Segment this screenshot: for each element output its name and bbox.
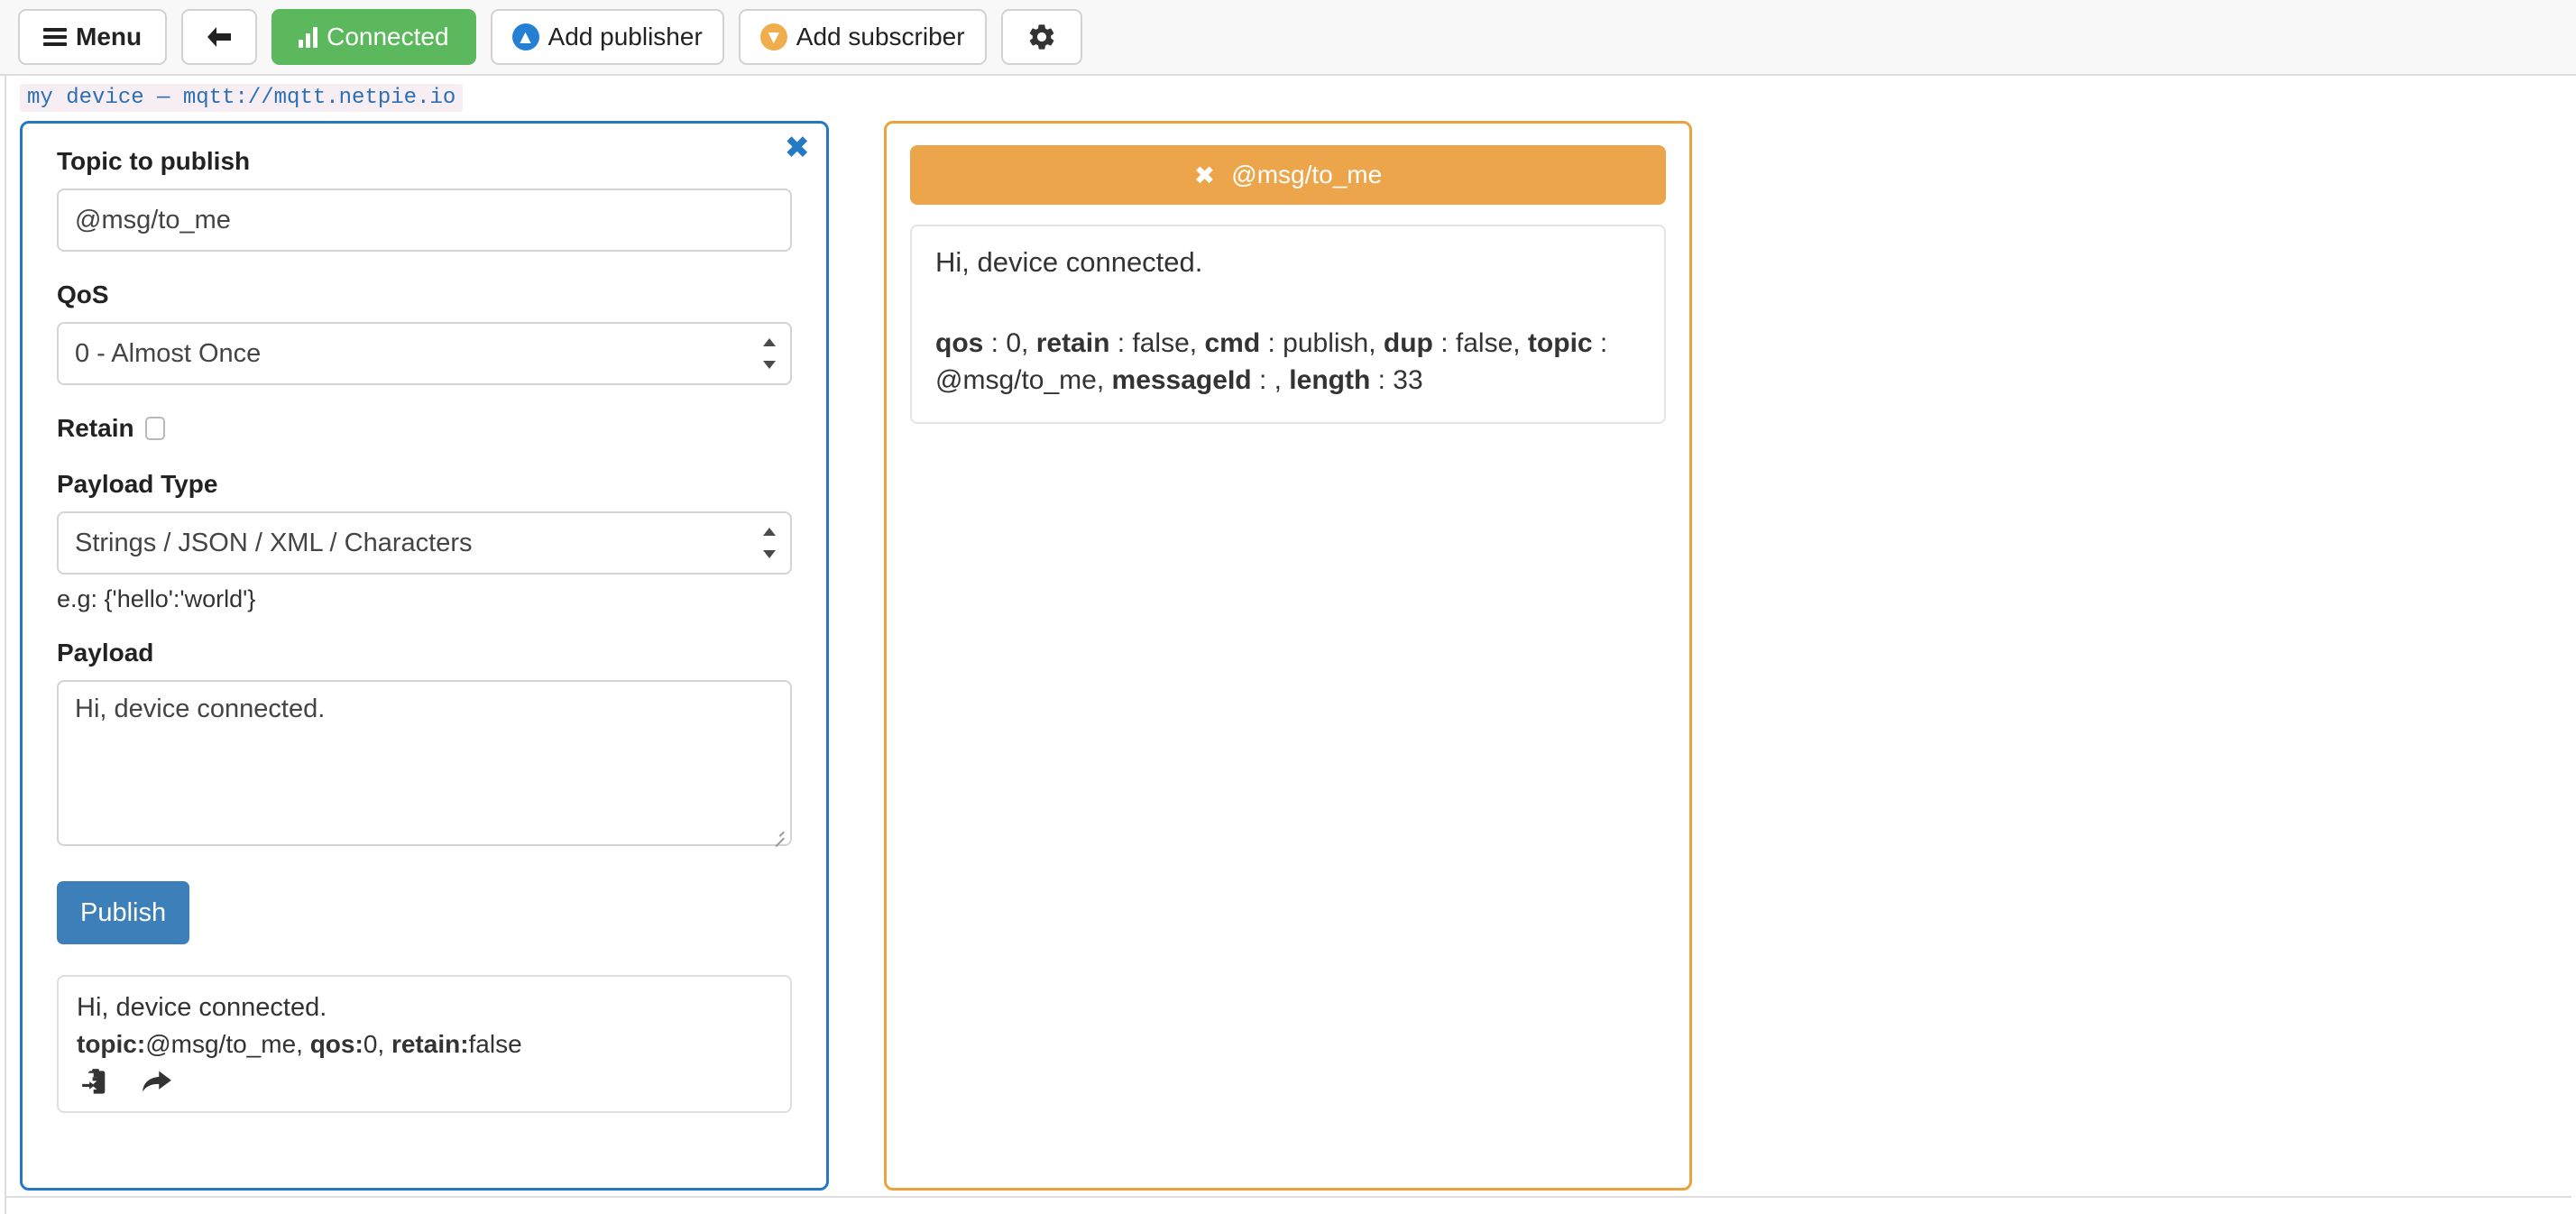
log-meta: topic:@msg/to_me, qos:0, retain:false [77,1030,772,1059]
meta-dup-key: dup [1383,328,1433,358]
content-frame-bottom-rule [5,1196,2571,1198]
received-message-meta: qos : 0, retain : false, cmd : publish, … [935,326,1641,399]
meta-qos-key: qos [935,328,984,358]
hamburger-icon [43,28,67,46]
meta-topic-key: topic [1527,328,1593,358]
publish-log-entry: Hi, device connected. topic:@msg/to_me, … [57,975,792,1113]
close-icon[interactable]: ✖ [1194,161,1215,190]
meta-cmd-key: cmd [1204,328,1261,358]
meta-dup-value: : false, [1432,328,1528,358]
add-publisher-label: Add publisher [547,23,703,51]
arrow-down-circle-icon: ▼ [759,23,787,51]
log-qos-key: qos: [309,1030,363,1058]
log-topic-key: topic: [77,1030,146,1058]
payload-textarea-wrapper [57,680,792,851]
arrow-left-icon [207,27,232,47]
subscriber-topic-label: @msg/to_me [1231,161,1383,189]
menu-button-label: Menu [76,23,143,51]
payload-type-select-wrapper: Strings / JSON / XML / Characters [57,511,792,575]
log-message: Hi, device connected. [77,993,327,1022]
settings-button[interactable] [1000,9,1082,65]
payload-type-example: e.g: {'hello':'world'} [57,585,256,612]
meta-length-value: : 33 [1370,364,1423,395]
gear-icon [1029,24,1053,50]
qos-label: QoS [57,281,109,308]
meta-cmd-value: : publish, [1260,328,1384,358]
share-forward-icon[interactable] [142,1069,172,1096]
retain-label: Retain [57,414,134,442]
retain-checkbox[interactable] [144,417,165,440]
meta-retain-value: : false, [1109,328,1205,358]
payload-type-select[interactable]: Strings / JSON / XML / Characters [57,511,792,575]
topic-label: Topic to publish [57,147,251,175]
signal-bars-icon [299,26,318,48]
payload-label: Payload [57,639,154,667]
meta-messageid-value: : , [1251,364,1290,395]
back-button[interactable] [181,9,258,65]
log-retain-value: false [468,1030,522,1058]
meta-messageid-key: messageId [1111,364,1252,395]
received-message-card: Hi, device connected. qos : 0, retain : … [910,225,1666,424]
publisher-close-icon[interactable]: ✖ [785,133,811,163]
publish-button[interactable]: Publish [57,881,190,944]
paste-icon[interactable] [82,1068,109,1097]
qos-select[interactable]: 0 - Almost Once [57,322,792,385]
connection-status-label: Connected [327,23,449,51]
payload-textarea[interactable] [57,680,792,846]
meta-retain-key: retain [1035,328,1110,358]
received-message-body: Hi, device connected. [935,246,1203,278]
subscriber-panel: ✖ @msg/to_me Hi, device connected. qos :… [884,121,1692,1191]
app-page: Menu Connected ▲ Add publisher ▼ Add sub… [0,0,2576,1214]
breadcrumb: my device — mqtt://mqtt.netpie.io [20,84,464,112]
payload-type-selected-value: Strings / JSON / XML / Characters [75,528,473,557]
payload-type-label: Payload Type [57,470,218,498]
content-frame-left-rule [5,76,6,1214]
qos-selected-value: 0 - Almost Once [75,338,262,368]
add-subscriber-button[interactable]: ▼ Add subscriber [738,9,987,65]
add-publisher-button[interactable]: ▲ Add publisher [490,9,724,65]
connection-status-button[interactable]: Connected [271,9,476,65]
log-actions [77,1068,772,1097]
meta-length-key: length [1289,364,1371,395]
publisher-panel: ✖ Topic to publish QoS 0 - Almost Once R… [20,121,829,1191]
log-topic-value: @msg/to_me, [145,1030,310,1058]
topic-input[interactable] [57,189,792,252]
arrow-up-circle-icon: ▲ [511,23,539,51]
top-toolbar: Menu Connected ▲ Add publisher ▼ Add sub… [0,0,2576,76]
retain-row: Retain [57,414,792,443]
menu-button[interactable]: Menu [18,9,168,65]
log-retain-key: retain: [391,1030,469,1058]
add-subscriber-label: Add subscriber [796,23,965,51]
qos-select-wrapper: 0 - Almost Once [57,322,792,385]
log-qos-value: 0, [363,1030,391,1058]
subscriber-topic-header[interactable]: ✖ @msg/to_me [910,145,1666,205]
meta-qos-value: : 0, [983,328,1036,358]
